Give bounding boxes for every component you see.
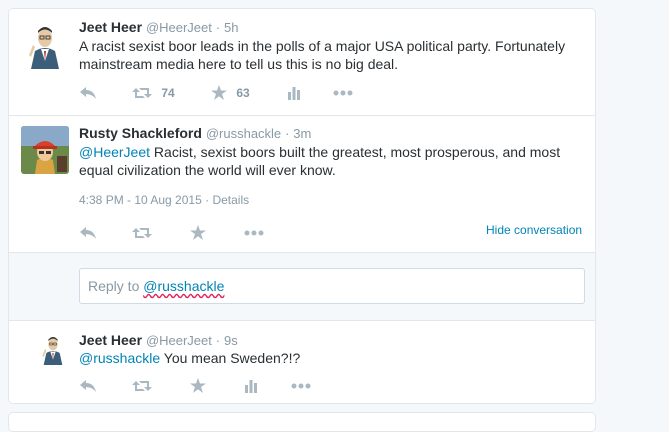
timestamp[interactable]: 5h [224,20,238,35]
reply-handle: @russhackle [143,278,225,294]
tweet-text-line: equal civilization the world will ever k… [79,162,336,178]
separator: · [285,126,290,141]
reply-icon [80,86,96,99]
fullname[interactable]: Rusty Shackleford [79,125,202,141]
retweet-icon [132,87,152,98]
tweet-header: Rusty Shackleford @russhackle · 3m [79,124,311,143]
username[interactable]: @HeerJeet [146,20,212,35]
favorite-icon [211,85,227,101]
reply-input[interactable]: Reply to @russhackle [79,268,585,304]
favorite-button[interactable]: 63 [211,83,250,101]
tweet-actions [79,223,379,241]
mention-link[interactable]: @russhackle [79,350,160,366]
favorite-icon [190,225,206,241]
more-button[interactable] [291,376,311,394]
retweet-icon [132,380,152,391]
hide-conversation-link[interactable]: Hide conversation [486,223,582,237]
more-icon [291,383,311,389]
tweet-text-line: mainstream media here to tell us this is… [79,56,399,72]
separator: · [215,20,221,35]
reply-icon [80,226,96,239]
tweet-text-line: A racist sexist boor leads in the polls … [79,38,566,54]
retweet-button[interactable]: 74 [132,83,175,101]
retweet-icon [132,227,152,238]
retweet-button[interactable] [132,376,152,394]
analytics-button[interactable] [244,376,258,394]
retweet-count: 74 [161,85,175,100]
analytics-icon [245,379,257,393]
rusty-shackleford-avatar[interactable] [21,126,69,174]
tweet-divider [8,115,596,116]
reply-icon [80,379,96,392]
tweet-header: Jeet Heer @HeerJeet · 5h [79,18,238,37]
tweet-date-line: 4:38 PM - 10 Aug 2015 · Details [79,193,249,207]
jeet-heer-avatar[interactable] [37,333,69,365]
tweet-text-line: @russhackle You mean Sweden?!? [79,349,300,367]
more-button[interactable] [244,223,264,241]
more-button[interactable] [333,83,353,101]
more-icon [333,90,353,96]
favorite-button[interactable] [190,376,206,394]
fullname[interactable]: Jeet Heer [79,19,142,35]
reply-button[interactable] [79,223,97,241]
details-link[interactable]: Details [212,193,249,207]
tweet-actions [79,376,379,394]
username[interactable]: @HeerJeet [146,333,212,348]
separator: · [215,333,221,348]
timestamp[interactable]: 3m [293,126,311,141]
reply-button[interactable] [79,376,97,394]
tweet-header: Jeet Heer @HeerJeet · 9s [79,331,238,350]
tweet-text-line: @HeerJeet Racist, sexist boors built the… [79,143,560,161]
tweet-actions: 74 63 [79,83,379,101]
tweet-full-timestamp[interactable]: 4:38 PM - 10 Aug 2015 [79,193,202,207]
favorite-count: 63 [236,85,250,100]
analytics-button[interactable] [287,83,301,101]
tweet-text: You mean Sweden?!? [160,350,301,366]
retweet-button[interactable] [132,223,152,241]
mention-link[interactable]: @HeerJeet [79,144,150,160]
fullname[interactable]: Jeet Heer [79,332,142,348]
more-icon [244,230,264,236]
jeet-heer-avatar[interactable] [21,21,69,69]
tweet-text: Racist, sexist boors built the greatest,… [150,144,561,160]
tweet-divider [8,320,596,321]
analytics-icon [288,86,300,100]
timestamp[interactable]: 9s [224,333,238,348]
favorite-icon [190,378,206,394]
next-tweet-card [8,412,596,432]
favorite-button[interactable] [190,223,206,241]
reply-button[interactable] [79,83,97,101]
reply-prefix: Reply to [88,278,144,294]
details-separator: · [201,193,213,207]
username[interactable]: @russhackle [206,126,281,141]
